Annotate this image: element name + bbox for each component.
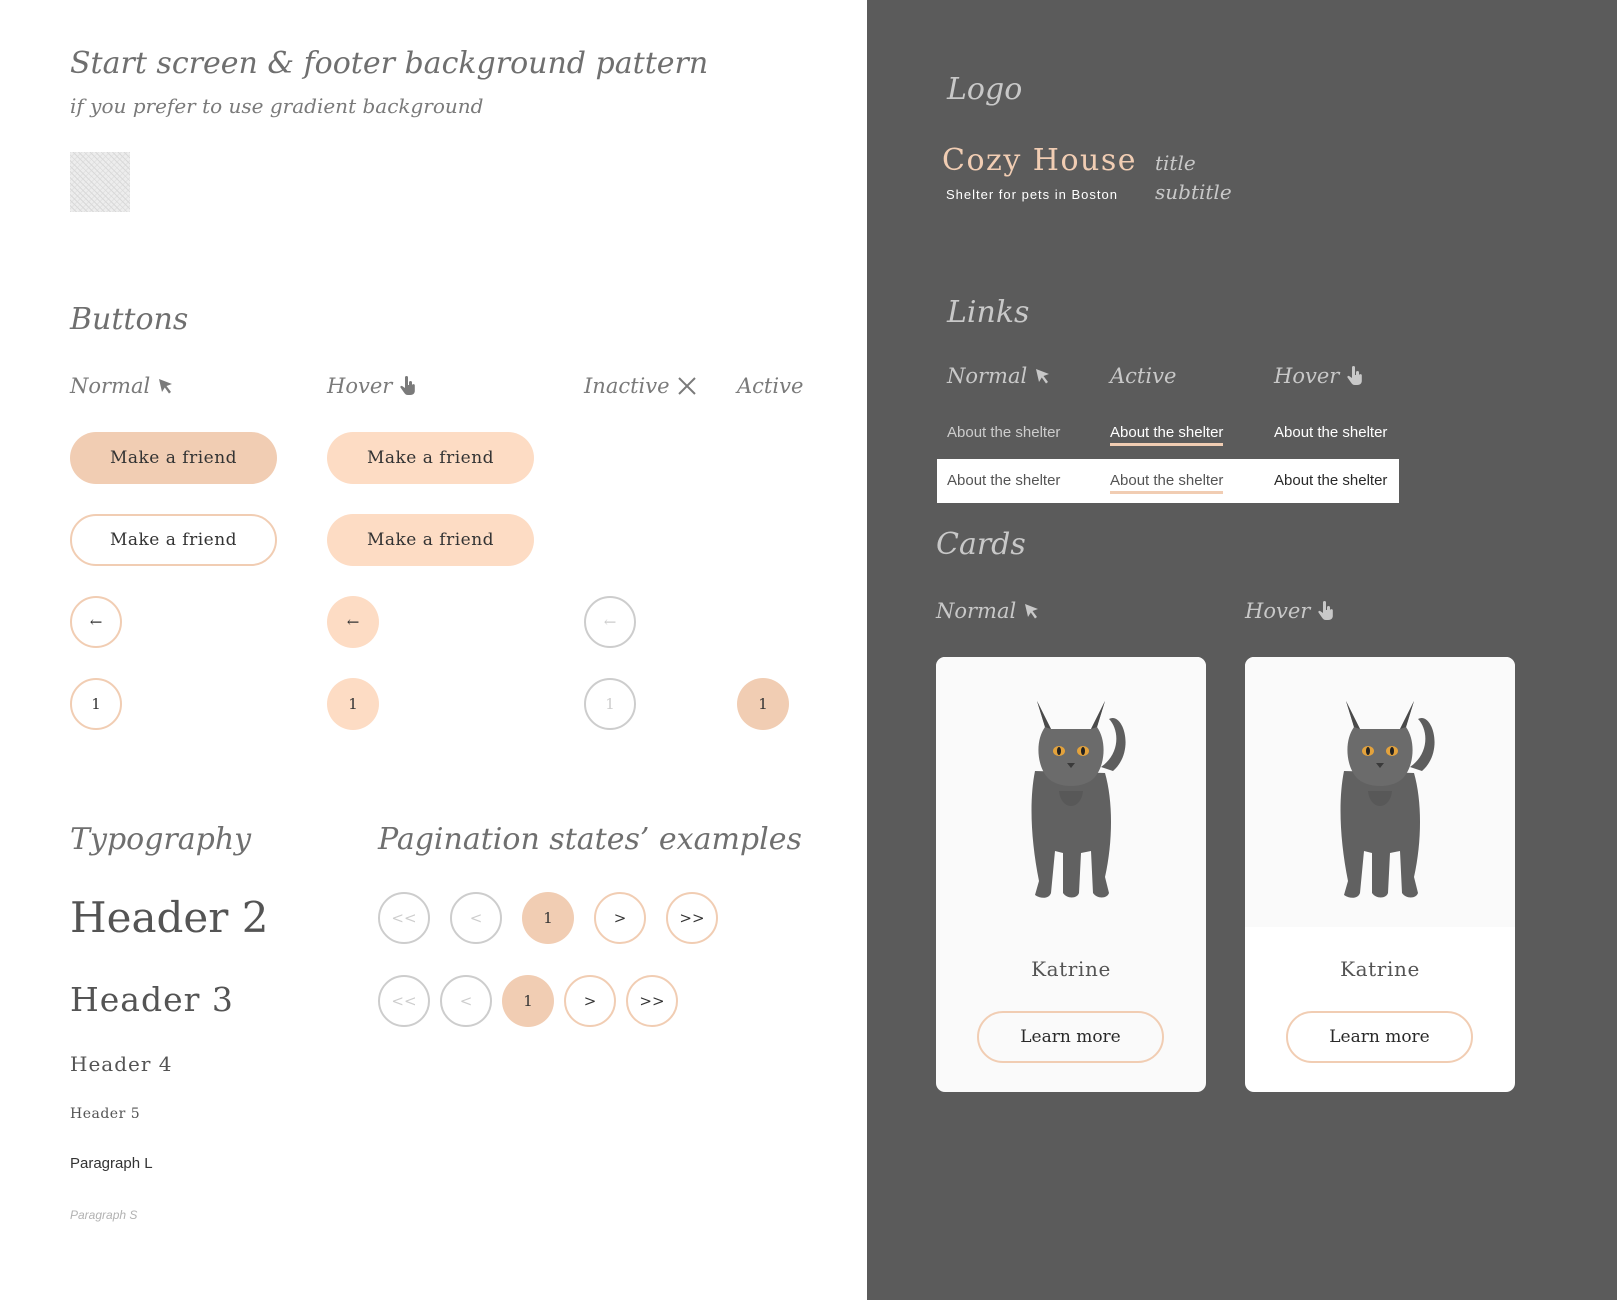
- pagination-last-button[interactable]: >>: [666, 892, 718, 944]
- state-label-inactive: Inactive: [584, 374, 697, 398]
- page-number-button-normal[interactable]: 1: [70, 678, 122, 730]
- pagination-first-button: <<: [378, 892, 430, 944]
- pet-photo: [1245, 657, 1515, 927]
- state-label-text: Normal: [70, 374, 151, 398]
- link-about-shelter-hover-light[interactable]: About the shelter: [1274, 472, 1387, 489]
- close-x-icon: [677, 377, 696, 395]
- logo-section-title: Logo: [947, 72, 1023, 107]
- page-number-button-hover[interactable]: 1: [327, 678, 379, 730]
- links-section-title: Links: [947, 295, 1030, 330]
- link-about-shelter-normal-light[interactable]: About the shelter: [947, 472, 1060, 489]
- state-label-text: Normal: [936, 599, 1017, 623]
- pet-name: Katrine: [1340, 957, 1420, 981]
- arrow-left-button-inactive: ←: [584, 596, 636, 648]
- pagination-last-button[interactable]: >>: [626, 975, 678, 1027]
- light-links-strip: About the shelter About the shelter Abou…: [937, 459, 1399, 503]
- pagination-current-page: 1: [502, 975, 554, 1027]
- learn-more-button[interactable]: Learn more: [1286, 1011, 1473, 1063]
- cards-section-title: Cards: [936, 527, 1026, 562]
- state-label-text: Hover: [1274, 364, 1340, 388]
- page-number-button-inactive: 1: [584, 678, 636, 730]
- background-pattern-swatch: [70, 152, 130, 212]
- make-friend-button-normal[interactable]: Make a friend: [70, 432, 277, 484]
- pagination-next-button[interactable]: >: [564, 975, 616, 1027]
- logo-annotation-subtitle: subtitle: [1155, 180, 1232, 204]
- logo-annotation-title: title: [1155, 151, 1196, 175]
- cursor-arrow-icon: [1036, 369, 1050, 384]
- cursor-hand-icon: [400, 376, 416, 395]
- link-about-shelter-active-dark[interactable]: About the shelter: [1110, 424, 1224, 446]
- links-state-label-hover: Hover: [1274, 364, 1364, 388]
- pet-card-normal[interactable]: Katrine Learn more: [936, 657, 1206, 1092]
- pagination-next-button[interactable]: >: [594, 892, 646, 944]
- links-state-label-normal: Normal: [947, 364, 1052, 388]
- pagination-current-page: 1: [522, 892, 574, 944]
- link-about-shelter-normal-dark[interactable]: About the shelter: [947, 424, 1060, 441]
- buttons-section-title: Buttons: [70, 302, 189, 337]
- pagination-section-title: Pagination states’ examples: [378, 822, 802, 857]
- cursor-hand-icon: [1318, 601, 1334, 620]
- make-friend-button-outline-hover[interactable]: Make a friend: [327, 514, 534, 566]
- state-label-text: Active: [737, 374, 804, 398]
- arrow-left-button-normal[interactable]: ←: [70, 596, 122, 648]
- typography-header-3: Header 3: [70, 980, 234, 1019]
- state-label-text: Hover: [1245, 599, 1311, 623]
- state-label-text: Hover: [327, 374, 393, 398]
- pagination-first-button: <<: [378, 975, 430, 1027]
- logo-title[interactable]: Cozy House: [942, 143, 1137, 178]
- page-number-button-active[interactable]: 1: [737, 678, 789, 730]
- cursor-arrow-icon: [1025, 604, 1039, 619]
- cursor-arrow-icon: [159, 379, 173, 394]
- typography-header-5: Header 5: [70, 1106, 141, 1122]
- make-friend-button-hover[interactable]: Make a friend: [327, 432, 534, 484]
- typography-paragraph-l: Paragraph L: [70, 1155, 153, 1172]
- state-label-normal: Normal: [70, 374, 175, 398]
- pagination-prev-button: <: [450, 892, 502, 944]
- pet-photo: [936, 657, 1206, 927]
- pet-card-hover[interactable]: Katrine Learn more: [1245, 657, 1515, 1092]
- state-label-text: Active: [1110, 364, 1177, 388]
- cat-photo-illustration: [1031, 701, 1126, 898]
- cat-photo-illustration: [1340, 701, 1435, 898]
- arrow-left-icon: ←: [603, 613, 617, 631]
- style-guide-light-panel: Start screen & footer background pattern…: [0, 0, 867, 1300]
- typography-paragraph-s: Paragraph S: [70, 1208, 138, 1222]
- pagination-prev-button: <: [440, 975, 492, 1027]
- cursor-hand-icon: [1347, 366, 1363, 385]
- typography-section-title: Typography: [70, 822, 252, 857]
- learn-more-button[interactable]: Learn more: [977, 1011, 1164, 1063]
- link-about-shelter-hover-dark[interactable]: About the shelter: [1274, 424, 1387, 441]
- pattern-section-subtitle: if you prefer to use gradient background: [70, 94, 484, 118]
- pattern-section-title: Start screen & footer background pattern: [70, 46, 709, 81]
- state-label-text: Normal: [947, 364, 1028, 388]
- link-about-shelter-active-light[interactable]: About the shelter: [1110, 472, 1224, 494]
- state-label-hover: Hover: [327, 374, 417, 398]
- make-friend-button-outline[interactable]: Make a friend: [70, 514, 277, 566]
- links-state-label-active: Active: [1110, 364, 1176, 388]
- arrow-left-icon: ←: [89, 613, 103, 631]
- typography-header-2: Header 2: [70, 893, 269, 942]
- style-guide-dark-panel: Logo Cozy House Shelter for pets in Bost…: [867, 0, 1617, 1300]
- cards-state-label-normal: Normal: [936, 599, 1041, 623]
- arrow-left-button-hover[interactable]: ←: [327, 596, 379, 648]
- logo-subtitle: Shelter for pets in Boston: [946, 187, 1118, 202]
- pet-name: Katrine: [1031, 957, 1111, 981]
- typography-header-4: Header 4: [70, 1052, 173, 1076]
- state-label-active: Active: [737, 374, 803, 398]
- cards-state-label-hover: Hover: [1245, 599, 1335, 623]
- arrow-left-icon: ←: [346, 613, 360, 631]
- state-label-text: Inactive: [584, 374, 670, 398]
